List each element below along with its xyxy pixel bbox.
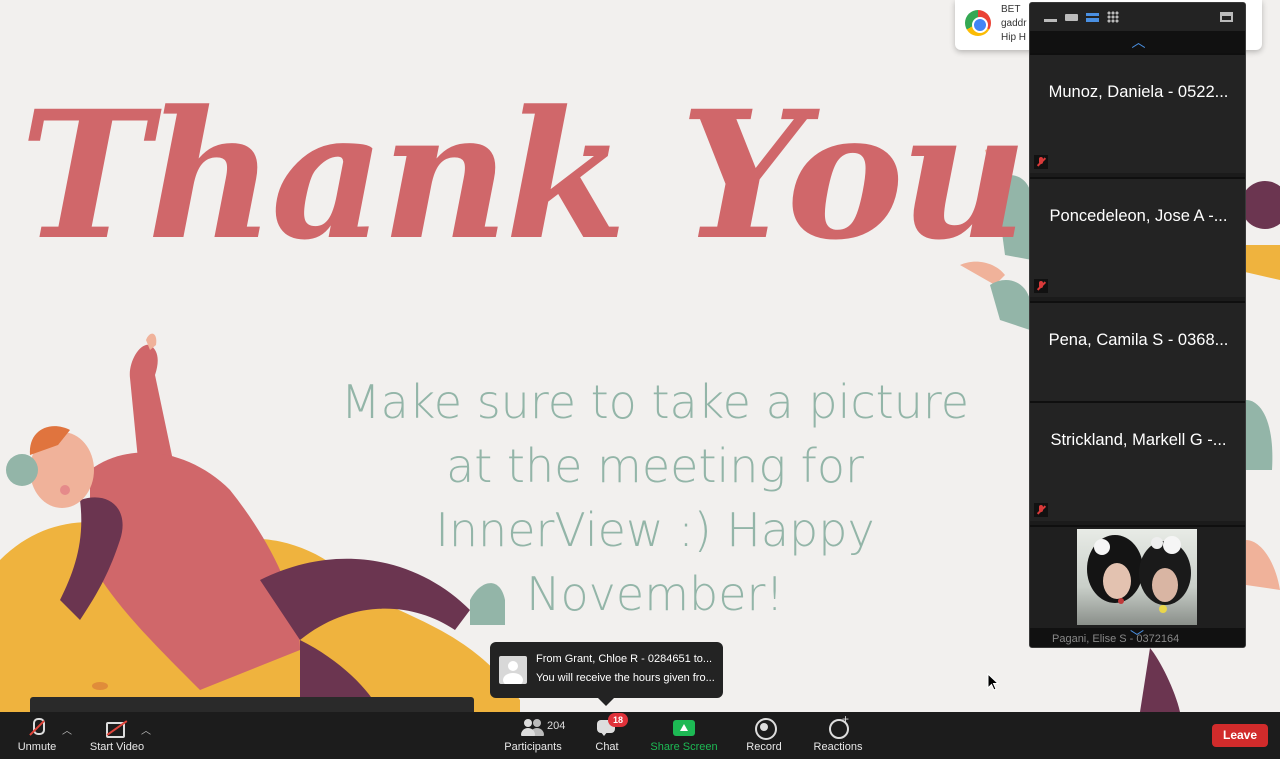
reactions-label: Reactions — [813, 741, 863, 753]
notification-line: BET — [1001, 4, 1021, 15]
scroll-up-chevron-icon[interactable]: ︿ — [1030, 31, 1245, 53]
chat-button[interactable]: 18 Chat — [588, 712, 628, 759]
message-line: InnerView :) Happy — [435, 503, 875, 557]
record-icon — [752, 717, 777, 740]
notification-line: Hip H — [1001, 32, 1027, 43]
participant-video-tile[interactable]: Pagani, Elise S - 0372164 ﹀ — [1030, 525, 1245, 647]
participant-name: Pena, Camila S - 0368... — [1048, 331, 1229, 349]
gallery-view-icon[interactable] — [1107, 11, 1119, 23]
exit-fullscreen-icon[interactable] — [1220, 12, 1233, 22]
reactions-button[interactable]: Reactions — [808, 712, 868, 759]
chat-label: Chat — [595, 741, 619, 753]
muted-mic-icon — [1034, 279, 1048, 293]
muted-mic-icon — [1034, 155, 1048, 169]
participant-name: Strickland, Markell G -... — [1050, 431, 1227, 449]
muted-mic-icon — [1034, 503, 1048, 517]
gallery-toolbar — [1030, 3, 1245, 31]
participant-tile[interactable]: Poncedeleon, Jose A -... — [1030, 177, 1245, 297]
participant-name: Munoz, Daniela - 0522... — [1048, 83, 1229, 101]
unmute-button[interactable]: Unmute — [10, 712, 64, 759]
chrome-icon — [965, 10, 991, 36]
message-line: at the meeting for — [446, 439, 864, 493]
meeting-controls-bar: Unmute ︿ Start Video ︿ 204 Participants … — [0, 712, 1280, 759]
presenter-toolbar — [30, 697, 474, 712]
participant-name: Poncedeleon, Jose A -... — [1049, 207, 1228, 225]
share-screen-label: Share Screen — [650, 741, 718, 753]
participant-count: 204 — [547, 720, 566, 732]
chat-sender: From Grant, Chloe R - 0284651 to... — [536, 653, 713, 665]
participants-button[interactable]: 204 Participants — [500, 712, 566, 759]
scroll-down-chevron-icon[interactable]: ﹀ — [1130, 627, 1144, 647]
video-options-caret-icon[interactable]: ︿ — [141, 722, 151, 737]
leave-meeting-button[interactable]: Leave — [1212, 724, 1268, 747]
record-label: Record — [746, 741, 782, 753]
minimize-icon[interactable] — [1044, 18, 1057, 22]
participants-label: Participants — [504, 741, 562, 753]
video-off-icon — [105, 717, 129, 739]
hide-video-icon[interactable] — [1065, 13, 1078, 21]
participant-tile[interactable]: Munoz, Daniela - 0522... — [1030, 53, 1245, 173]
share-screen-icon — [672, 717, 696, 739]
unread-chat-badge: 18 — [608, 713, 628, 727]
zoom-meeting-window: Thank You! Make sure to take a picture a… — [0, 0, 1280, 759]
participant-tile[interactable]: Strickland, Markell G -... — [1030, 401, 1245, 521]
speaker-view-icon[interactable] — [1086, 12, 1099, 22]
slide-message: Make sure to take a picture at the meeti… — [310, 370, 1000, 626]
chat-message-preview: You will receive the hours given fro... — [536, 672, 715, 684]
chat-notification[interactable]: From Grant, Chloe R - 0284651 to... You … — [490, 642, 723, 706]
participants-icon: 204 — [520, 717, 565, 739]
record-button[interactable]: Record — [740, 712, 788, 759]
message-line: November! — [526, 567, 784, 621]
reactions-icon — [826, 712, 850, 739]
participant-gallery-panel: ︿ Munoz, Daniela - 0522... Poncedeleon, … — [1029, 2, 1246, 648]
chat-icon: 18 — [595, 713, 628, 739]
unmute-label: Unmute — [17, 741, 57, 753]
muted-microphone-icon — [25, 717, 49, 739]
thank-you-title: Thank You! — [20, 72, 1101, 279]
participant-video — [1077, 529, 1197, 625]
start-video-label: Start Video — [89, 741, 145, 753]
share-screen-button[interactable]: Share Screen — [648, 712, 720, 759]
audio-options-caret-icon[interactable]: ︿ — [62, 722, 72, 737]
notification-line: gaddr — [1001, 18, 1027, 29]
notification-text: BET gaddr Hip H — [1001, 3, 1027, 45]
message-line: Make sure to take a picture — [340, 375, 970, 429]
mouse-cursor-icon — [987, 673, 999, 691]
avatar — [499, 656, 527, 684]
